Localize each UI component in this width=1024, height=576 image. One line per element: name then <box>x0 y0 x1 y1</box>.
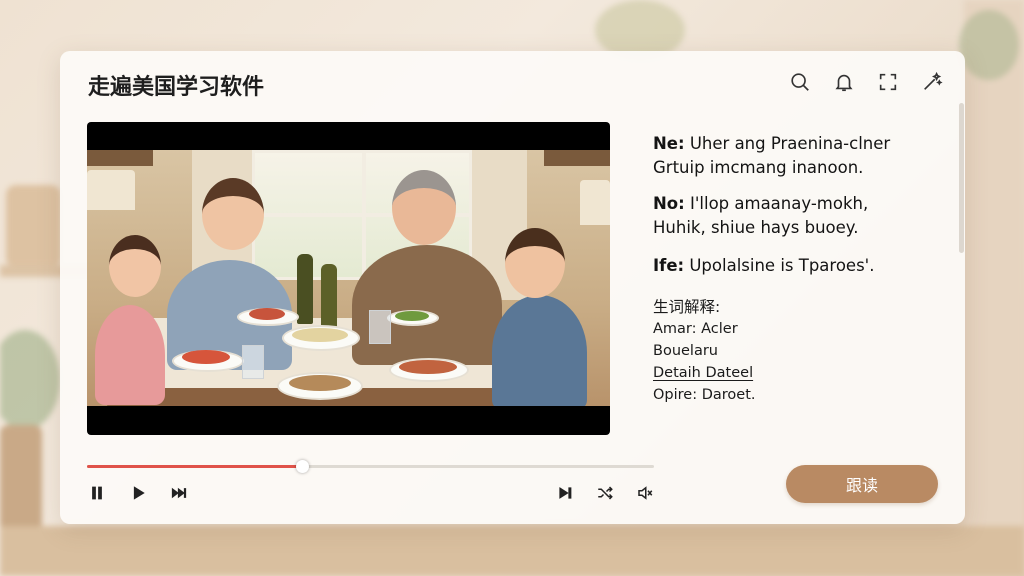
speaker-label: Ne: <box>653 134 685 153</box>
play-icon <box>133 486 145 500</box>
pause-icon <box>92 486 102 500</box>
video-player[interactable] <box>87 122 610 435</box>
progress-bar[interactable] <box>87 460 654 473</box>
subtitle-text: I'llop amaanay-mokh, <box>690 194 869 213</box>
glossary-item[interactable]: Opire: Daroet. <box>653 384 755 406</box>
progress-handle[interactable] <box>296 460 310 473</box>
speaker-icon <box>638 486 653 500</box>
subtitle-line-1[interactable]: Ne: Uher ang Praenina-clner Grtuip imcma… <box>653 132 890 180</box>
play-button[interactable] <box>128 483 148 503</box>
app-window: 走遍美国学习软件 Ne: Uher ang Praenina-clner Grt… <box>60 51 965 524</box>
subtitle-text: Grtuip imcmang inanoon. <box>653 158 864 177</box>
speaker-label: No: <box>653 194 685 213</box>
subtitle-text: Huhik, shiue hays buoey. <box>653 218 859 237</box>
glossary-item[interactable]: Bouelaru <box>653 340 755 362</box>
subtitle-line-2[interactable]: No: I'llop amaanay-mokh, Huhik, shiue ha… <box>653 192 868 240</box>
subtitle-text: Upolalsine is Tparoes'. <box>689 256 875 275</box>
fast-forward-icon <box>171 487 187 499</box>
subtitle-text: Uher ang Praenina-clner <box>689 134 891 153</box>
skip-next-icon <box>559 487 572 499</box>
fullscreen-icon[interactable] <box>877 71 899 93</box>
bell-icon[interactable] <box>833 71 855 93</box>
subtitle-line-3[interactable]: Ife: Upolalsine is Tparoes'. <box>653 254 874 278</box>
progress-fill <box>87 465 303 468</box>
next-button[interactable] <box>555 483 575 503</box>
glossary-title: 生词解释: <box>653 298 721 316</box>
volume-button[interactable] <box>635 483 655 503</box>
glossary-panel: 生词解释: Amar: Acler Bouelaru Detaih Dateel… <box>653 296 755 406</box>
search-icon[interactable] <box>789 71 811 93</box>
pause-button[interactable] <box>87 483 107 503</box>
shuffle-icon <box>598 486 613 500</box>
speaker-label: Ife: <box>653 256 685 275</box>
app-title: 走遍美国学习软件 <box>88 75 265 100</box>
follow-read-button[interactable]: 跟读 <box>786 465 938 503</box>
video-frame <box>87 150 610 406</box>
toolbar <box>789 71 943 93</box>
glossary-item[interactable]: Amar: Acler <box>653 318 755 340</box>
scrollbar[interactable] <box>959 103 964 253</box>
magic-icon[interactable] <box>921 71 943 93</box>
glossary-item[interactable]: Detaih Dateel <box>653 362 755 384</box>
fast-forward-button[interactable] <box>169 483 189 503</box>
shuffle-button[interactable] <box>595 483 615 503</box>
